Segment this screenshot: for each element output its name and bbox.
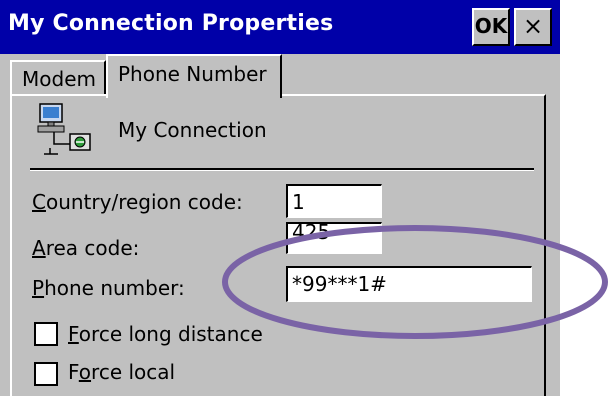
tab-phone-number[interactable]: Phone Number xyxy=(106,54,282,98)
force-long-distance-label: Force long distance xyxy=(68,322,263,346)
area-code-field[interactable]: 425 xyxy=(286,222,382,254)
force-local-checkbox[interactable] xyxy=(34,362,58,386)
separator-highlight xyxy=(30,170,534,171)
country-code-label: Country/region code: xyxy=(32,190,243,214)
phone-number-label: Phone number: xyxy=(32,276,185,300)
tab-modem[interactable]: Modem xyxy=(10,60,106,96)
force-local-label: Force local xyxy=(68,360,176,384)
dialog-window: My Connection Properties OK × Modem Phon… xyxy=(0,0,560,396)
connection-name: My Connection xyxy=(118,118,267,142)
close-button[interactable]: × xyxy=(514,8,552,46)
area-code-label: Area code: xyxy=(32,236,140,260)
tab-strip: Modem Phone Number xyxy=(0,54,560,98)
title-bar: My Connection Properties OK × xyxy=(0,0,560,54)
tab-panel-phone-number: My Connection Country/region code: 1 Are… xyxy=(10,94,546,396)
country-code-field[interactable]: 1 xyxy=(286,184,382,218)
phone-number-field[interactable]: *99***1# xyxy=(286,266,532,302)
window-title: My Connection Properties xyxy=(8,11,334,36)
close-icon: × xyxy=(522,12,544,40)
ok-button[interactable]: OK xyxy=(472,8,510,46)
network-connection-icon xyxy=(37,103,91,155)
force-long-distance-checkbox[interactable] xyxy=(34,322,58,346)
